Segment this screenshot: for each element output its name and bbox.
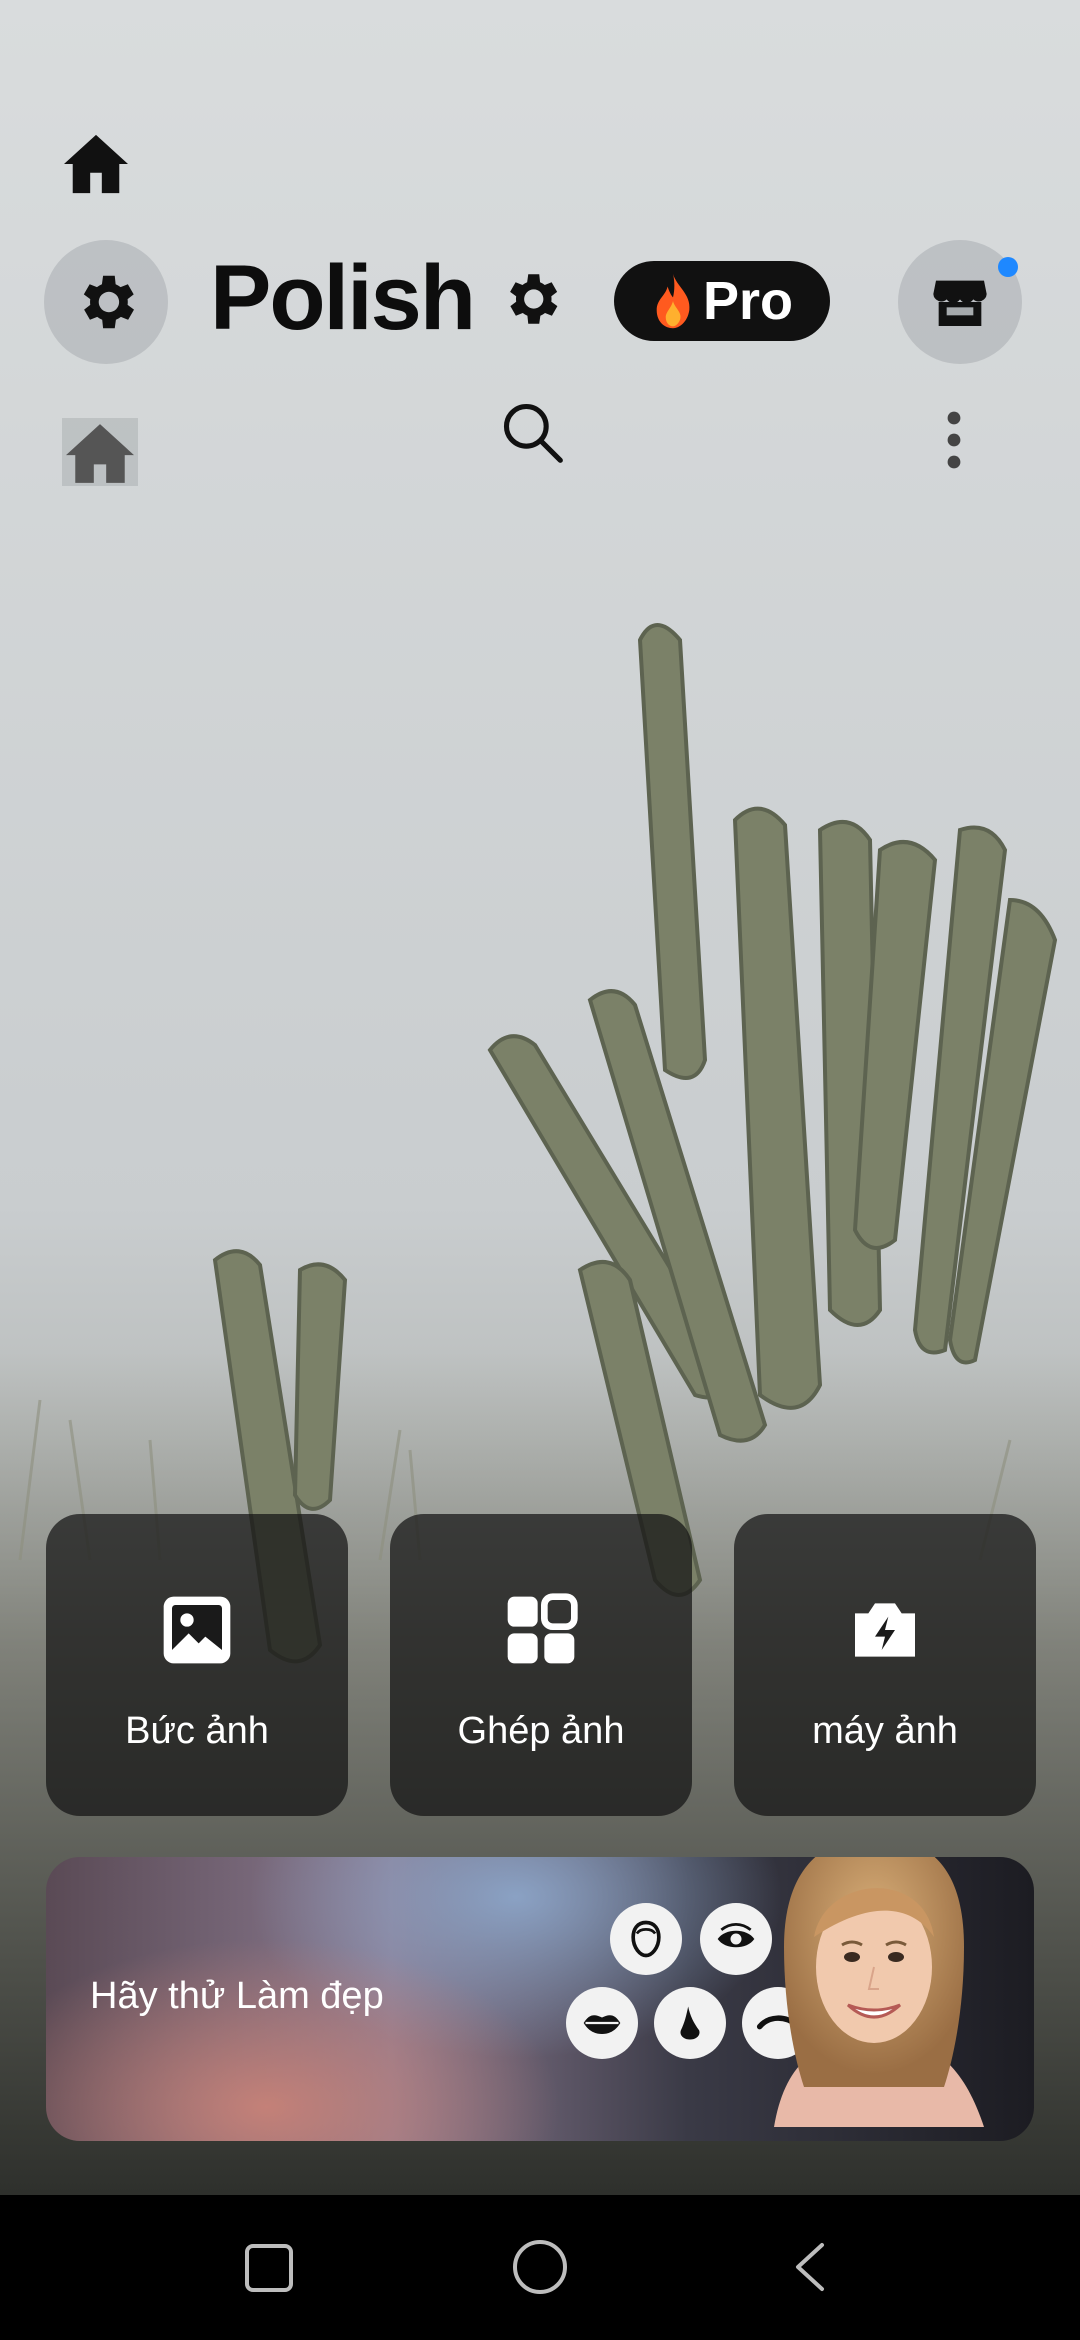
flame-icon — [656, 273, 690, 329]
home-icon-top[interactable] — [60, 132, 132, 196]
gear-icon — [83, 275, 134, 329]
tile-photo[interactable]: Bức ảnh — [46, 1514, 348, 1816]
banner-text: Hãy thử Làm đẹp — [90, 1975, 384, 2017]
tile-collage-label: Ghép ảnh — [457, 1710, 625, 1752]
tile-camera[interactable]: máy ảnh — [734, 1514, 1036, 1816]
image-icon — [163, 1596, 231, 1664]
tile-photo-label: Bức ảnh — [125, 1710, 269, 1752]
recents-button[interactable] — [244, 2243, 294, 2293]
back-button[interactable] — [792, 2241, 828, 2293]
app-logo: Polish — [210, 247, 476, 349]
tile-collage[interactable]: Ghép ảnh — [390, 1514, 692, 1816]
notification-dot — [998, 257, 1018, 277]
collage-grid-icon — [507, 1593, 578, 1664]
store-icon — [933, 280, 987, 326]
tile-camera-label: máy ảnh — [812, 1710, 958, 1752]
beauty-banner[interactable]: Hãy thử Làm đẹp — [46, 1857, 1034, 2141]
lips-icon — [566, 1987, 638, 2059]
pro-label: Pro — [702, 271, 794, 331]
settings-icon-secondary[interactable] — [498, 266, 564, 332]
face-shape-icon — [610, 1903, 682, 1975]
settings-button[interactable] — [44, 240, 168, 364]
home-button[interactable] — [512, 2239, 568, 2295]
pro-button[interactable]: Pro — [614, 261, 830, 341]
home-icon[interactable] — [62, 418, 138, 486]
more-vertical-icon[interactable] — [944, 410, 964, 470]
system-navigation-bar — [0, 2195, 1080, 2340]
camera-icon — [855, 1603, 915, 1657]
search-icon[interactable] — [498, 398, 566, 466]
model-portrait — [774, 1857, 984, 2127]
